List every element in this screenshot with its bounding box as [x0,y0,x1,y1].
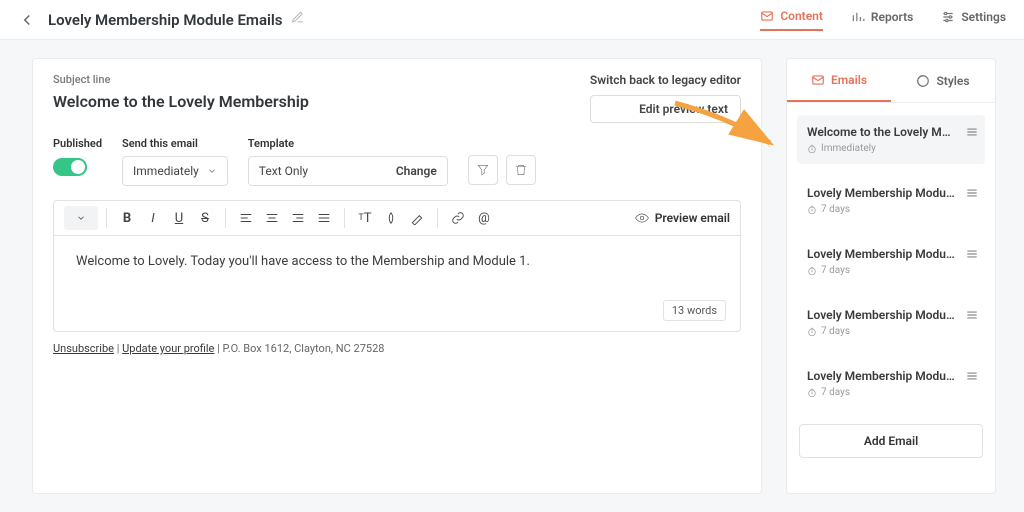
mention-button[interactable]: @ [472,206,496,230]
legacy-editor-link[interactable]: Switch back to legacy editor [590,73,741,87]
delete-button[interactable] [506,155,536,185]
email-item-title: Welcome to the Lovely Memb… [807,125,975,139]
back-arrow-icon[interactable] [18,11,36,29]
published-label: Published [53,137,102,150]
preview-email-label: Preview email [655,211,730,225]
bold-button[interactable]: B [115,206,139,230]
drag-handle-icon[interactable] [965,247,979,265]
email-item-title: Lovely Membership Module 5 [807,369,975,383]
drag-handle-icon[interactable] [965,308,979,326]
published-toggle[interactable] [53,158,87,176]
drag-handle-icon[interactable] [965,125,979,143]
tab-settings-label: Settings [961,10,1006,24]
edit-preview-button[interactable]: Edit preview text [590,95,741,123]
side-tab-styles-label: Styles [936,74,969,88]
align-right-button[interactable] [286,206,310,230]
email-body-text: Welcome to Lovely. Today you'll have acc… [76,254,530,269]
email-item-delay: 7 days [807,204,975,215]
highlight-button[interactable] [405,206,429,230]
text-size-button[interactable]: TT [353,206,377,230]
template-change-button[interactable]: Change [396,164,437,178]
email-footer: Unsubscribe | Update your profile | P.O.… [53,342,741,355]
underline-button[interactable]: U [167,206,191,230]
email-item-title: Lovely Membership Module 3 [807,247,975,261]
align-center-button[interactable] [260,206,284,230]
word-count: 13 words [663,300,726,321]
email-item-title: Lovely Membership Module 4 [807,308,975,322]
tab-content-label: Content [780,9,823,23]
drag-handle-icon[interactable] [965,186,979,204]
send-timing-value: Immediately [133,164,199,178]
email-item-title: Lovely Membership Module 2 [807,186,975,200]
add-email-button[interactable]: Add Email [799,424,983,458]
editor-toolbar: B I U S TT @ Preview email [53,200,741,236]
email-item[interactable]: Welcome to the Lovely Memb… Immediately [797,115,985,164]
email-item[interactable]: Lovely Membership Module 4 7 days [797,298,985,347]
drag-handle-icon[interactable] [965,369,979,387]
side-tab-emails-label: Emails [831,73,867,87]
tab-settings[interactable]: Settings [941,9,1006,31]
preview-email-button[interactable]: Preview email [635,211,730,225]
paragraph-style-select[interactable] [64,206,98,230]
send-timing-select[interactable]: Immediately [122,156,228,186]
filter-button[interactable] [468,155,498,185]
align-justify-button[interactable] [312,206,336,230]
email-list-panel: Emails Styles Welcome to the Lovely Memb… [786,58,996,494]
email-item-delay: 7 days [807,265,975,276]
tab-reports[interactable]: Reports [851,9,913,31]
strikethrough-button[interactable]: S [193,206,217,230]
subject-value[interactable]: Welcome to the Lovely Membership [53,92,590,111]
topbar: Lovely Membership Module Emails Content … [0,0,1024,40]
align-left-button[interactable] [234,206,258,230]
edit-title-icon[interactable] [291,11,304,28]
footer-address: P.O. Box 1612, Clayton, NC 27528 [223,342,385,355]
update-profile-link[interactable]: Update your profile [122,342,214,355]
tab-content[interactable]: Content [760,9,823,31]
page-title: Lovely Membership Module Emails [48,11,283,29]
tab-reports-label: Reports [871,10,913,24]
email-item-delay: 7 days [807,326,975,337]
template-label: Template [248,137,448,150]
blockquote-button[interactable] [379,206,403,230]
side-tab-styles[interactable]: Styles [891,59,995,102]
email-item[interactable]: Lovely Membership Module 5 7 days [797,359,985,408]
subject-label: Subject line [53,73,590,86]
link-button[interactable] [446,206,470,230]
email-item-delay: 7 days [807,387,975,398]
template-value: Text Only [259,164,308,178]
send-label: Send this email [122,137,228,150]
email-item-delay: Immediately [807,143,975,154]
editor-body[interactable]: Welcome to Lovely. Today you'll have acc… [53,236,741,332]
template-select[interactable]: Text Only Change [248,156,448,186]
email-item[interactable]: Lovely Membership Module 3 7 days [797,237,985,286]
italic-button[interactable]: I [141,206,165,230]
unsubscribe-link[interactable]: Unsubscribe [53,342,114,355]
side-tab-emails[interactable]: Emails [787,59,891,102]
email-item[interactable]: Lovely Membership Module 2 7 days [797,176,985,225]
editor-card: Subject line Welcome to the Lovely Membe… [32,58,762,494]
